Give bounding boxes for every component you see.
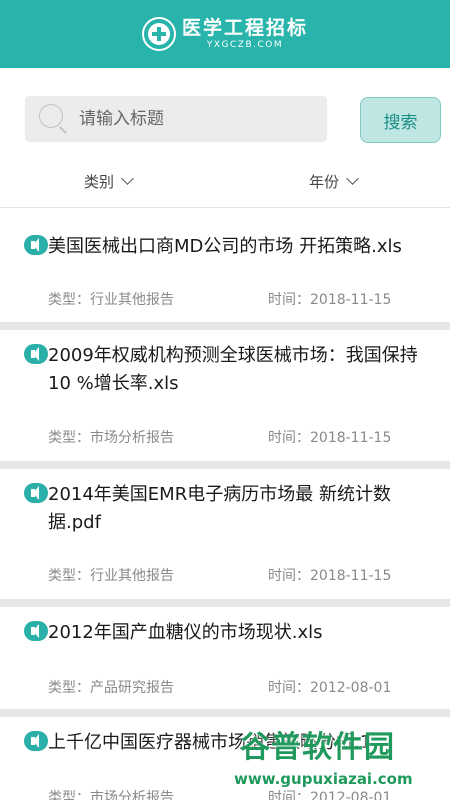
chevron-down-icon <box>121 172 134 185</box>
list-item[interactable]: 2012年国产血糖仪的市场现状.xls 类型：产品研究报告 时间：2012-08… <box>0 607 450 709</box>
search-input[interactable] <box>79 109 299 129</box>
item-title: 2009年权威机构预测全球医械市场：我国保持10 %增长率.xls <box>48 345 418 394</box>
item-title: 2014年美国EMR电子病历市场最 新统计数据.pdf <box>48 484 391 533</box>
search-icon <box>39 104 69 134</box>
watermark-url: www.gupuxiazai.com <box>234 770 413 788</box>
app-header: 医学工程招标 YXGCZB.COM <box>0 0 450 68</box>
list-item[interactable]: 2009年权威机构预测全球医械市场：我国保持10 %增长率.xls 类型：市场分… <box>0 330 450 461</box>
item-time: 时间：2018-11-15 <box>268 568 392 584</box>
logo-name: 医学工程招标 <box>181 17 308 39</box>
category-filter[interactable]: 类别 <box>84 170 134 192</box>
search-button[interactable]: 搜索 <box>360 97 441 143</box>
year-filter-label: 年份 <box>309 172 340 191</box>
item-type: 类型：市场分析报告 <box>48 790 174 800</box>
watermark-brand: 谷普软件园 <box>240 730 395 765</box>
divider <box>0 322 450 330</box>
list-item[interactable]: 美国医械出口商MD公司的市场 开拓策略.xls 类型：行业其他报告 时间：201… <box>0 208 450 322</box>
search-box[interactable] <box>25 96 327 142</box>
item-title: 美国医械出口商MD公司的市场 开拓策略.xls <box>48 236 402 257</box>
speaker-icon <box>24 235 48 255</box>
logo: 医学工程招标 YXGCZB.COM <box>141 17 308 51</box>
year-filter[interactable]: 年份 <box>309 170 359 192</box>
divider <box>0 709 450 717</box>
speaker-icon <box>24 483 48 503</box>
divider <box>0 461 450 469</box>
item-type: 类型：市场分析报告 <box>48 430 174 446</box>
item-type: 类型：行业其他报告 <box>48 568 174 584</box>
speaker-icon <box>24 621 48 641</box>
logo-domain: YXGCZB.COM <box>206 40 284 50</box>
item-type: 类型：产品研究报告 <box>48 680 174 696</box>
chevron-down-icon <box>346 172 359 185</box>
item-time: 时间：2012-08-01 <box>268 680 392 696</box>
divider <box>0 599 450 607</box>
category-filter-label: 类别 <box>84 172 115 191</box>
speaker-icon <box>24 731 48 751</box>
watermark: 谷普软件园 www.gupuxiazai.com <box>234 722 450 800</box>
item-type: 类型：行业其他报告 <box>48 292 174 308</box>
list-item[interactable]: 2014年美国EMR电子病历市场最 新统计数据.pdf 类型：行业其他报告 时间… <box>0 469 450 599</box>
speaker-icon <box>24 344 48 364</box>
item-title: 2012年国产血糖仪的市场现状.xls <box>48 622 323 643</box>
item-time: 时间：2018-11-15 <box>268 430 392 446</box>
item-time: 时间：2018-11-15 <box>268 292 392 308</box>
medical-cross-icon <box>141 17 176 51</box>
